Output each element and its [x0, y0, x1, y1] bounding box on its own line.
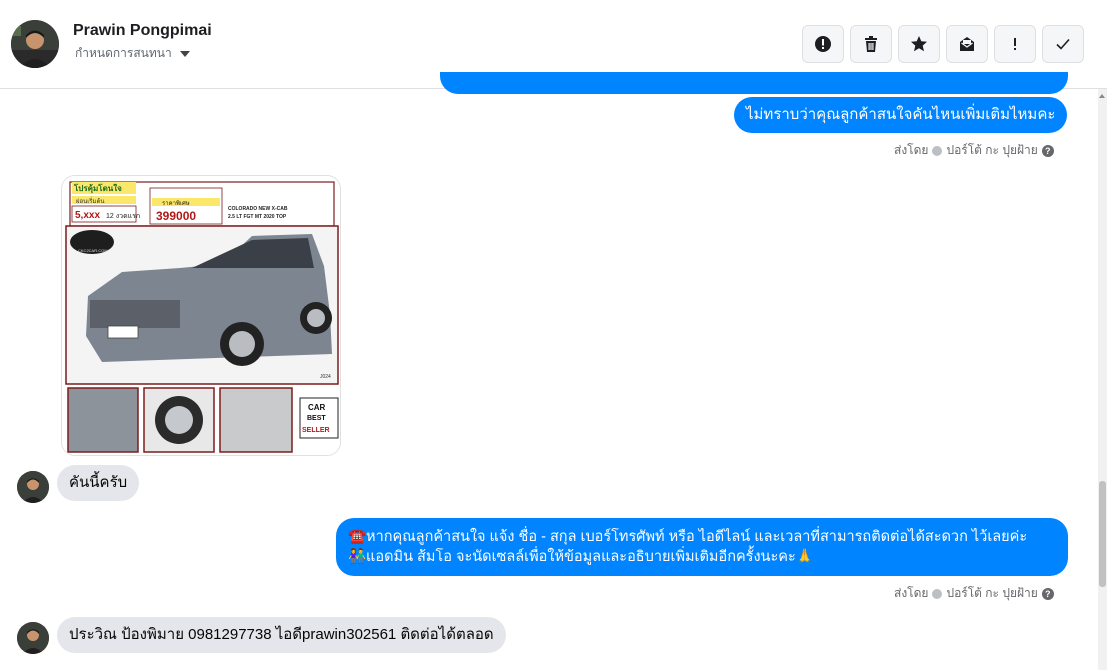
- star-button[interactable]: [898, 25, 940, 63]
- star-icon: [911, 36, 927, 52]
- model-line1: COLORADO NEW X-CAB: [228, 206, 288, 212]
- done-button[interactable]: [1042, 25, 1084, 63]
- price-label: ราคาพิเศษ: [162, 200, 190, 207]
- sender-name[interactable]: ปอร์โต้ กะ ปุยฝ้าย: [946, 584, 1037, 603]
- chat-settings-label: กำหนดการสนทนา: [75, 46, 172, 60]
- scroll-up-arrow-icon[interactable]: [1099, 94, 1105, 98]
- help-icon[interactable]: ?: [1041, 144, 1054, 157]
- price-text: 399000: [156, 209, 196, 223]
- caret-down-icon: [179, 50, 190, 57]
- report-button[interactable]: [802, 25, 844, 63]
- sender-name[interactable]: ปอร์โต้ กะ ปุยฝ้าย: [946, 141, 1037, 160]
- envelope-icon: [960, 37, 974, 51]
- delete-button[interactable]: [850, 25, 892, 63]
- message-text: ไม่ทราบว่าคุณลูกค้าสนใจคันไหนเพิ่มเติมไห…: [746, 106, 1056, 123]
- contact-name[interactable]: Prawin Pongpimai: [73, 22, 212, 40]
- car-ad-image[interactable]: โปรคุ้มโดนใจ ผ่อนเริ่มต้น 5,xxx 12 งวดแร…: [61, 175, 341, 456]
- message-text: ประวิณ ป้องพิมาย 0981297738 ไอดีprawin30…: [69, 626, 494, 643]
- outgoing-message[interactable]: ☎️หากคุณลูกค้าสนใจ แจ้ง ชื่อ - สกุล เบอร…: [336, 518, 1068, 576]
- down-value: 5,xxx: [75, 210, 100, 221]
- previous-message-bubble-edge: [440, 72, 1068, 94]
- header-actions: [802, 25, 1084, 63]
- message-text: คันนี้ครับ: [69, 474, 128, 491]
- message-text-line2: 👫แอดมิน ส้มโอ จะนัดเซลล์เพื่อให้ข้อมูลแล…: [348, 549, 814, 565]
- badge-line3: SELLER: [302, 427, 330, 434]
- sent-by-label: ส่งโดย: [894, 143, 929, 157]
- contact-avatar[interactable]: [11, 20, 59, 68]
- site-text: CKC2CAR.COM: [78, 248, 108, 253]
- sent-by-label: ส่งโดย: [894, 586, 929, 600]
- page-avatar-dot: [932, 145, 943, 156]
- model-line2: 2.5 LT FGT MT 2020 TOP: [228, 214, 287, 220]
- important-button[interactable]: [994, 25, 1036, 63]
- contact-avatar-small[interactable]: [17, 622, 49, 654]
- scrollbar[interactable]: [1098, 89, 1107, 670]
- incoming-message[interactable]: ประวิณ ป้องพิมาย 0981297738 ไอดีprawin30…: [57, 617, 506, 653]
- exclamation-icon: [1014, 38, 1016, 50]
- sent-by-info: ส่งโดย ปอร์โต้ กะ ปุยฝ้าย ?: [894, 141, 1054, 160]
- scrollbar-thumb[interactable]: [1099, 481, 1106, 587]
- sent-by-info: ส่งโดย ปอร์โต้ กะ ปุยฝ้าย ?: [894, 584, 1054, 603]
- chat-settings-dropdown[interactable]: กำหนดการสนทนา: [75, 44, 190, 63]
- promo-text: โปรคุ้มโดนใจ: [73, 183, 122, 194]
- code-text: J024: [320, 374, 331, 380]
- down-label: ผ่อนเริ่มต้น: [76, 197, 104, 205]
- mark-unread-button[interactable]: [946, 25, 988, 63]
- contact-avatar-small[interactable]: [17, 471, 49, 503]
- check-icon: [1056, 38, 1070, 50]
- message-text-line1: ☎️หากคุณลูกค้าสนใจ แจ้ง ชื่อ - สกุล เบอร…: [348, 529, 1028, 545]
- installment-text: 12 งวดแรก: [106, 213, 140, 220]
- help-icon[interactable]: ?: [1041, 587, 1054, 600]
- trash-icon: [865, 36, 877, 52]
- badge-line2: BEST: [307, 415, 326, 422]
- page-avatar-dot: [932, 588, 943, 599]
- badge-line1: CAR: [308, 403, 326, 412]
- outgoing-message[interactable]: ไม่ทราบว่าคุณลูกค้าสนใจคันไหนเพิ่มเติมไห…: [734, 97, 1068, 133]
- incoming-message[interactable]: คันนี้ครับ: [57, 465, 140, 501]
- alert-icon: [815, 36, 831, 52]
